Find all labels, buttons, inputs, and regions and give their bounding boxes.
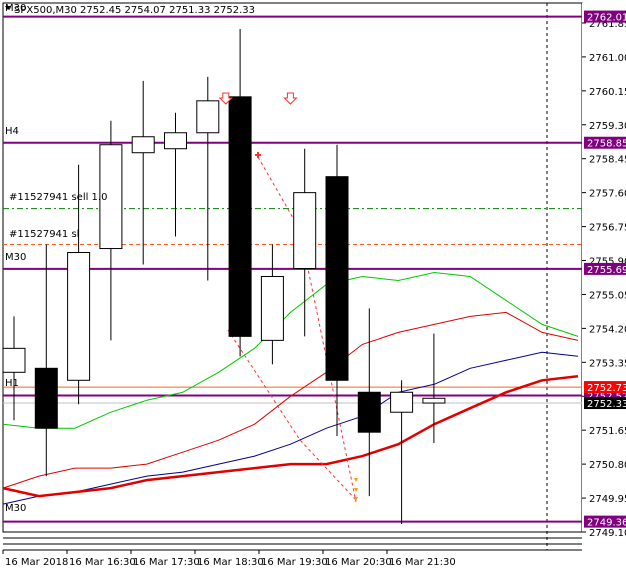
candle-body xyxy=(67,252,91,381)
y-tick-label: 2749.95 xyxy=(589,494,626,505)
level-price-tag: 2762.01 xyxy=(587,13,626,24)
candle-body xyxy=(228,96,252,337)
chart-header: SPX500,M30 2752.45 2754.07 2751.33 2752.… xyxy=(5,5,255,16)
candle-body xyxy=(34,367,58,429)
trading-chart[interactable]: 2749.102749.952750.802751.652752.502753.… xyxy=(0,0,626,572)
x-tick-label: 16 Mar 2018 xyxy=(5,557,68,568)
ask-price-tag: 2752.73 xyxy=(587,383,626,394)
chart-canvas[interactable]: 2749.102749.952750.802751.652752.502753.… xyxy=(0,0,626,572)
y-tick-label: 2755.05 xyxy=(589,290,626,301)
level-label-h1: H1 xyxy=(5,378,19,389)
level-label-m30-mid: M30 xyxy=(5,252,26,263)
y-tick-label: 2761.00 xyxy=(589,53,626,64)
y-tick-label: 2754.20 xyxy=(589,324,626,335)
candle-body xyxy=(260,275,284,341)
level-label-m30-top: M30 xyxy=(5,3,26,14)
x-tick-label: 16 Mar 20:30 xyxy=(325,557,392,568)
y-tick-label: 2753.35 xyxy=(589,358,626,369)
y-tick-label: 2757.60 xyxy=(589,189,626,200)
x-tick-label: 16 Mar 21:30 xyxy=(389,557,456,568)
y-tick-label: 2750.80 xyxy=(589,460,626,471)
x-axis: 16 Mar 2018 16 Mar 16:3016 Mar 17:3016 Ma… xyxy=(2,550,456,568)
candle-body xyxy=(293,192,317,269)
candle-body xyxy=(131,136,155,154)
candle-body xyxy=(325,176,349,381)
y-tick-label: 2758.45 xyxy=(589,155,626,166)
y-tick-label: 2756.75 xyxy=(589,223,626,234)
level-label-m30-bottom: M30 xyxy=(5,503,26,514)
y-tick-label: 2759.30 xyxy=(589,121,626,132)
level-label-h4: H4 xyxy=(5,126,19,137)
y-tick-label: 2751.65 xyxy=(589,426,626,437)
candle-body xyxy=(196,100,220,134)
x-tick-label: 16 Mar 17:30 xyxy=(133,557,200,568)
candle-body xyxy=(357,391,381,433)
candle-body xyxy=(164,132,187,150)
symbol-info-line: SPX500,M30 2752.45 2754.07 2751.33 2752.… xyxy=(14,5,255,16)
x-tick-label: 16 Mar 19:30 xyxy=(261,557,328,568)
level-price-tag: 2749.36 xyxy=(587,518,626,529)
y-tick-label: 2749.10 xyxy=(589,528,626,539)
y-tick-label: 2760.15 xyxy=(589,87,626,98)
bid-price-tag: 2752.33 xyxy=(587,399,626,410)
candle-body xyxy=(390,391,414,413)
order-label-sell: #11527941 sell 1.0 xyxy=(9,192,107,203)
x-tick-label: 16 Mar 16:30 xyxy=(69,557,136,568)
level-price-tag: 2758.85 xyxy=(587,139,626,150)
x-tick-label: 16 Mar 18:30 xyxy=(197,557,264,568)
order-label-sl: #11527941 sl xyxy=(9,229,79,240)
candle-body xyxy=(422,397,446,404)
candle-body xyxy=(2,347,26,373)
level-price-tag: 2755.69 xyxy=(587,265,626,276)
